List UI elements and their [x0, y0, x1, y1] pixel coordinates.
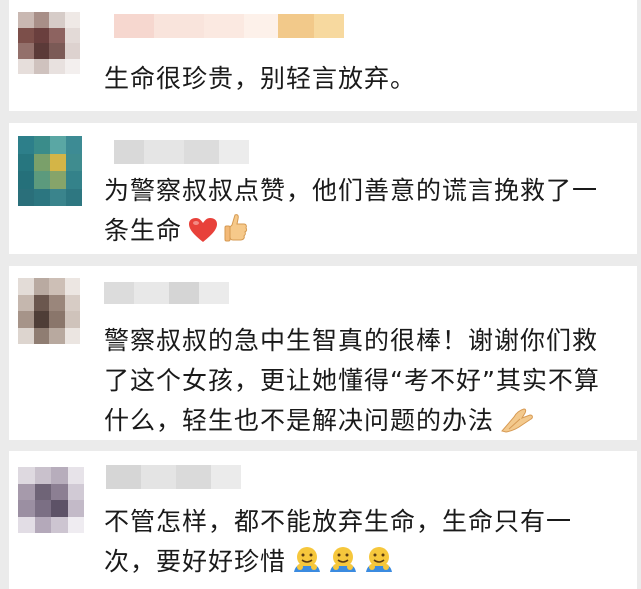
comment-card-1: 生命很珍贵，别轻言放弃。 — [9, 0, 637, 111]
hugging-face-icon — [292, 546, 322, 574]
username-blurred[interactable] — [106, 465, 241, 489]
username-blurred[interactable] — [114, 14, 344, 38]
comment-text-content: 为警察叔叔点赞，他们善意的谎言挽救了一条生命 — [104, 176, 599, 245]
comment-text-content: 生命很珍贵，别轻言放弃。 — [104, 64, 417, 93]
thumbs-up-icon — [224, 213, 248, 243]
comment-text: 生命很珍贵，别轻言放弃。 — [104, 59, 617, 99]
comment-card-4: 不管怎样，都不能放弃生命，生命只有一次，要好好珍惜 — [9, 451, 637, 589]
username-blurred[interactable] — [104, 282, 229, 304]
username-blurred[interactable] — [114, 140, 249, 164]
comment-card-3: 警察叔叔的急中生智真的很棒！谢谢你们救了这个女孩，更让她懂得“考不好”其实不算什… — [9, 266, 637, 440]
avatar[interactable] — [18, 136, 82, 206]
avatar[interactable] — [18, 278, 80, 344]
avatar[interactable] — [18, 467, 84, 533]
red-heart-icon — [188, 217, 218, 243]
comment-text: 警察叔叔的急中生智真的很棒！谢谢你们救了这个女孩，更让她懂得“考不好”其实不算什… — [104, 321, 617, 441]
hugging-face-icon — [328, 546, 358, 574]
avatar[interactable] — [18, 12, 80, 74]
praying-hands-icon — [500, 407, 534, 433]
hugging-face-icon — [364, 546, 394, 574]
comment-text: 为警察叔叔点赞，他们善意的谎言挽救了一条生命 — [104, 171, 617, 251]
comment-text: 不管怎样，都不能放弃生命，生命只有一次，要好好珍惜 — [104, 502, 617, 582]
comment-card-2: 为警察叔叔点赞，他们善意的谎言挽救了一条生命 — [9, 123, 637, 254]
